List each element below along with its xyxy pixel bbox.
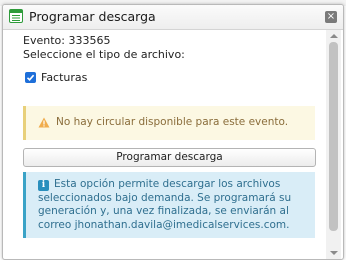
dialog-title: Programar descarga (29, 9, 156, 24)
info-alert: i Esta opción permite descargar los arch… (23, 172, 315, 238)
close-icon: × (326, 11, 336, 22)
facturas-checkbox[interactable] (25, 71, 36, 83)
facturas-label: Facturas (41, 70, 88, 84)
close-button[interactable]: × (325, 11, 337, 23)
info-text: Esta opción permite descargar los archiv… (38, 178, 292, 231)
dialog-content: Evento: 333565 Seleccione el tipo de arc… (3, 30, 325, 259)
warning-alert: No hay circular disponible para este eve… (23, 106, 315, 140)
event-label: Evento: 333565 (23, 34, 111, 47)
dialog-titlebar[interactable]: Programar descarga × (3, 5, 343, 30)
scroll-thumb[interactable] (329, 42, 338, 231)
checkmark-icon (26, 74, 35, 81)
file-type-heading: Seleccione el tipo de archivo: (23, 48, 185, 61)
spreadsheet-icon (9, 9, 23, 23)
scroll-up-icon[interactable] (330, 34, 338, 38)
warning-icon (38, 117, 50, 128)
facturas-option[interactable]: Facturas (25, 70, 87, 84)
programar-descarga-dialog: Programar descarga × Evento: 333565 Sele… (2, 4, 344, 260)
scroll-down-icon[interactable] (330, 251, 338, 255)
programar-descarga-button[interactable]: Programar descarga (23, 148, 316, 167)
vertical-scrollbar[interactable] (326, 30, 341, 259)
warning-text: No hay circular disponible para este eve… (56, 116, 289, 128)
